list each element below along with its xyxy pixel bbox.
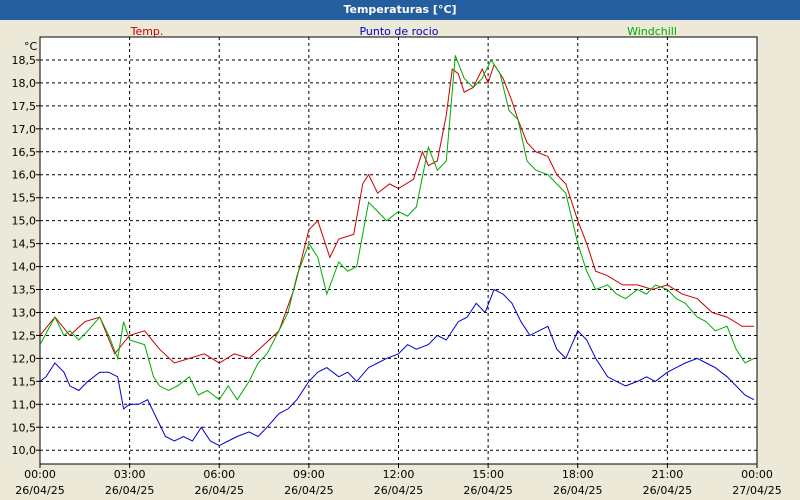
x-tick-time-label: 12:00 (383, 468, 415, 481)
y-tick-label: 18,5 (12, 54, 37, 67)
x-tick-date-label: 26/04/25 (643, 484, 692, 497)
y-tick-label: 18,0 (12, 77, 37, 90)
y-tick-label: 17,5 (12, 100, 37, 113)
x-tick-time-label: 00:00 (741, 468, 773, 481)
x-tick-date-label: 26/04/25 (284, 484, 333, 497)
x-tick-date-label: 26/04/25 (105, 484, 154, 497)
y-tick-label: 11,5 (12, 375, 37, 388)
y-tick-label: 16,0 (12, 169, 37, 182)
x-tick-date-label: 26/04/25 (553, 484, 602, 497)
y-tick-label: 12,5 (12, 329, 37, 342)
y-tick-label: 11,0 (12, 398, 37, 411)
y-axis-label: °C (24, 40, 38, 53)
y-tick-label: 14,5 (12, 238, 37, 251)
legend-item: Windchill (627, 25, 677, 38)
y-tick-label: 17,0 (12, 123, 37, 136)
window-title: Temperaturas [°C] (0, 0, 800, 20)
x-tick-time-label: 09:00 (293, 468, 325, 481)
y-tick-label: 15,0 (12, 215, 37, 228)
legend-item: Temp. (130, 25, 164, 38)
x-tick-date-label: 27/04/25 (732, 484, 781, 497)
legend: Temp. Punto de rocio Windchill (130, 25, 677, 38)
y-tick-label: 15,5 (12, 192, 37, 205)
legend-item: Punto de rocio (359, 25, 438, 38)
x-tick-date-label: 26/04/25 (374, 484, 423, 497)
y-tick-label: 14,0 (12, 261, 37, 274)
x-tick-date-label: 26/04/25 (195, 484, 244, 497)
x-tick-time-label: 06:00 (203, 468, 235, 481)
y-tick-label: 12,0 (12, 352, 37, 365)
x-tick-time-label: 18:00 (562, 468, 594, 481)
temperature-chart: 10,0 10,5 11,0 11,5 12,0 12,5 13,0 13,5 14,0 14,5… (12, 25, 782, 497)
y-tick-label: 10,0 (12, 444, 37, 457)
y-tick-label: 13,5 (12, 284, 37, 297)
x-tick-time-label: 03:00 (114, 468, 146, 481)
x-tick-time-label: 00:00 (24, 468, 56, 481)
x-tick-time-label: 21:00 (652, 468, 684, 481)
x-tick-date-label: 26/04/25 (463, 484, 512, 497)
y-tick-label: 16,5 (12, 146, 37, 159)
x-tick-date-label: 26/04/25 (15, 484, 64, 497)
y-tick-label: 13,0 (12, 306, 37, 319)
x-tick-time-label: 15:00 (472, 468, 504, 481)
y-tick-label: 10,5 (12, 421, 37, 434)
chart-window: Temperaturas [°C] 10,0 10,5 11,0 11,5 12,0 12… (0, 0, 800, 500)
